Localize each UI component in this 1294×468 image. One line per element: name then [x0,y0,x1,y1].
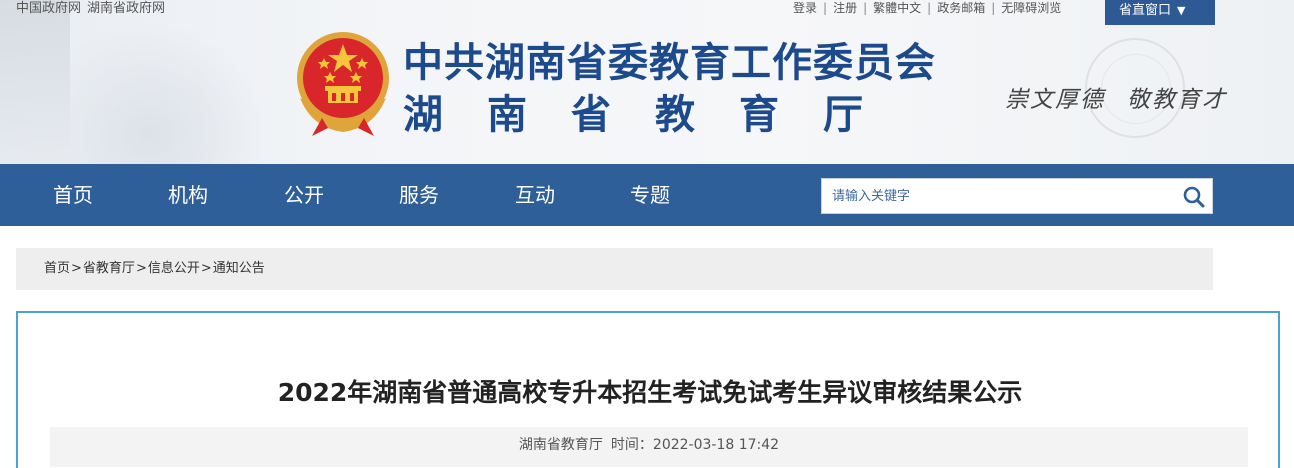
nav-item-public[interactable]: 公开 [284,164,324,226]
breadcrumb-notices[interactable]: 通知公告 [213,261,265,276]
link-hunan-gov[interactable]: 湖南省政府网 [87,1,165,16]
article-meta: 湖南省教育厅 时间：2022-03-18 17:42 [50,427,1248,467]
header-decoration [0,0,70,164]
nav-item-services[interactable]: 服务 [399,164,439,226]
nav-item-topics[interactable]: 专题 [630,164,670,226]
search-icon[interactable] [1182,185,1206,209]
search-box [821,178,1213,214]
accessibility-link[interactable]: 无障碍浏览 [1001,0,1061,16]
login-link[interactable]: 登录 [793,0,817,16]
gov-mail-link[interactable]: 政务邮箱 [937,0,985,16]
chevron-down-icon: ▼ [1177,4,1186,17]
separator: | [927,1,932,15]
breadcrumb-info-public[interactable]: 信息公开 [148,261,200,276]
register-link[interactable]: 注册 [833,0,857,16]
gov-links: 中国政府网 湖南省政府网 [16,0,171,18]
site-title-line1: 中共湖南省委教育工作委员会 [403,40,936,86]
national-emblem-icon [297,32,389,136]
breadcrumb-education-dept[interactable]: 省教育厅 [83,261,135,276]
province-window-button[interactable]: 省直窗口 ▼ [1105,0,1215,25]
separator: | [863,1,868,15]
article-source: 湖南省教育厅 [518,437,603,453]
province-window-label: 省直窗口 [1119,3,1172,18]
separator: | [823,1,828,15]
motto-part2: 敬教育才 [1127,87,1227,113]
separator: | [991,1,996,15]
breadcrumb-separator: > [135,261,147,276]
nav-item-home[interactable]: 首页 [53,164,93,226]
header-decoration-2 [70,20,270,164]
search-input[interactable] [822,179,1172,213]
breadcrumb: 首页>省教育厅>信息公开>通知公告 [16,248,1213,290]
utility-links: 登录 | 注册 | 繁體中文 | 政务邮箱 | 无障碍浏览 [793,0,1061,16]
article-container: 2022年湖南省普通高校专升本招生考试免试考生异议审核结果公示 湖南省教育厅 时间… [16,311,1280,468]
site-header: 中国政府网 湖南省政府网 登录 | 注册 | 繁體中文 | 政务邮箱 | 无障碍浏… [0,0,1294,164]
nav-item-organization[interactable]: 机构 [168,164,208,226]
nav-item-interaction[interactable]: 互动 [515,164,555,226]
traditional-chinese-link[interactable]: 繁體中文 [873,0,921,16]
motto: 崇文厚德 敬教育才 [1005,80,1227,114]
breadcrumb-separator: > [200,261,212,276]
article-time: 2022-03-18 17:42 [652,437,780,453]
article-title: 2022年湖南省普通高校专升本招生考试免试考生异议审核结果公示 [277,378,1023,407]
site-title-line2: 湖南省教育厅 [403,92,907,138]
time-label: 时间： [610,437,653,453]
breadcrumb-home[interactable]: 首页 [44,261,70,276]
link-central-gov[interactable]: 中国政府网 [16,1,81,16]
breadcrumb-separator: > [71,261,82,276]
motto-part1: 崇文厚德 [1005,87,1105,113]
